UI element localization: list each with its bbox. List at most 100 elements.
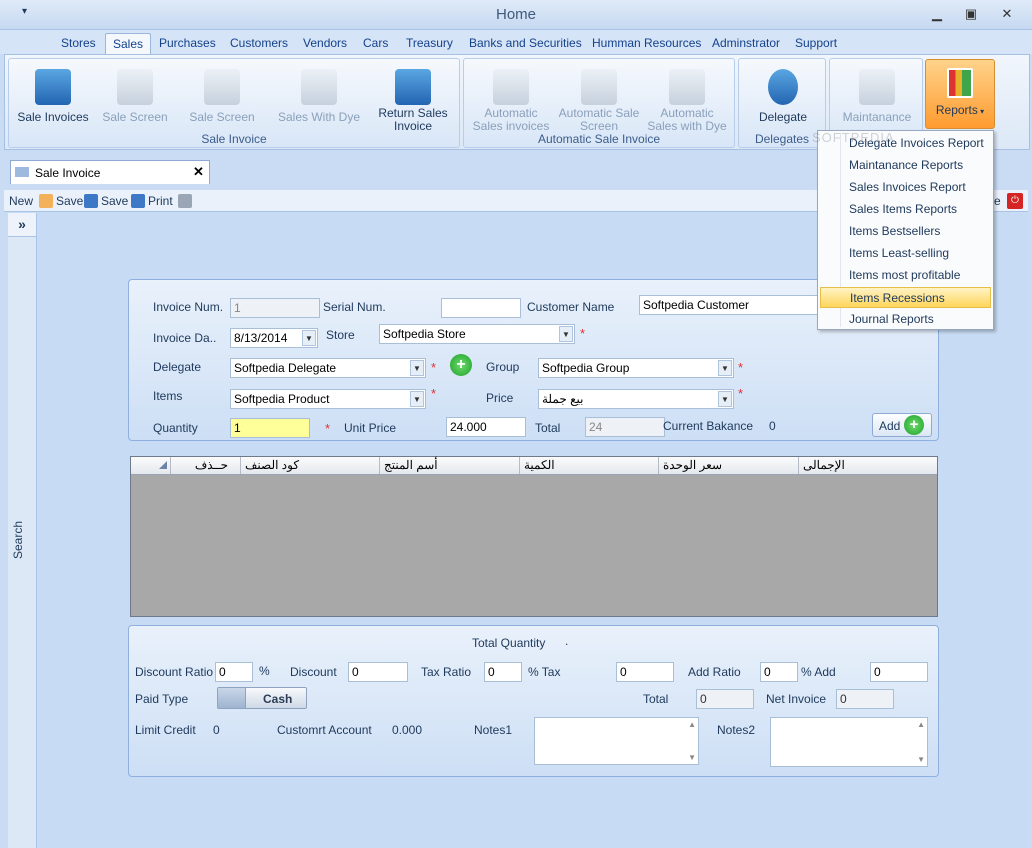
- tab-banks[interactable]: Banks and Securities: [462, 33, 589, 54]
- items-grid[interactable]: حــذف كود الصنف أسم المنتج الكمية سعر ال…: [130, 456, 938, 617]
- maximize-button[interactable]: ▣: [960, 6, 982, 24]
- paid-type-toggle[interactable]: Cash: [217, 687, 307, 709]
- return-sales-invoice-button[interactable]: Return Sales Invoice: [371, 69, 455, 133]
- tab-support[interactable]: Support: [788, 33, 844, 54]
- total-field: 24: [585, 417, 665, 437]
- maintanance-button[interactable]: Maintanance: [834, 69, 920, 124]
- tools-icon: [859, 69, 895, 105]
- tab-sale-invoice[interactable]: Sale Invoice ✕: [10, 160, 210, 184]
- unit-price-field[interactable]: 24.000: [446, 417, 526, 437]
- power-icon[interactable]: ⏻: [1007, 193, 1023, 209]
- notes1-field[interactable]: ▲ ▼: [534, 717, 699, 765]
- menu-item-journal-reports[interactable]: Journal Reports: [820, 309, 991, 330]
- return-invoice-icon: [395, 69, 431, 105]
- required-marker: *: [431, 386, 437, 401]
- quantity-field[interactable]: 1: [230, 418, 310, 438]
- toggle-knob: [218, 688, 246, 708]
- delegate-select[interactable]: Softpedia Delegate ▼: [230, 358, 426, 378]
- automatic-sales-with-dye-button[interactable]: Automatic Sales with Dye: [644, 69, 730, 133]
- discount-field[interactable]: 0: [348, 662, 408, 682]
- customer-account-label: Customrt Account: [277, 723, 372, 737]
- delegate-button[interactable]: Delegate: [745, 69, 821, 124]
- sale-screen-button-1[interactable]: Sale Screen: [97, 69, 173, 124]
- discount-ratio-field[interactable]: 0: [215, 662, 253, 682]
- search-label[interactable]: Search: [11, 499, 25, 559]
- tax-ratio-field[interactable]: 0: [484, 662, 522, 682]
- reports-button[interactable]: Reports ▾: [925, 59, 995, 129]
- tab-cars[interactable]: Cars: [356, 33, 395, 54]
- menu-item-items-recessions[interactable]: Items Recessions: [820, 287, 991, 308]
- scroll-down-icon[interactable]: ▼: [917, 755, 925, 764]
- sale-invoices-button[interactable]: Sale Invoices: [15, 69, 91, 124]
- sales-with-dye-button[interactable]: Sales With Dye: [271, 69, 367, 124]
- col-quantity[interactable]: الكمية: [520, 457, 659, 474]
- current-balance-value: 0: [769, 419, 776, 433]
- add-ratio-field[interactable]: 0: [760, 662, 798, 682]
- tax-label: % Tax: [528, 665, 561, 679]
- new-button[interactable]: New: [9, 194, 33, 208]
- scroll-down-icon[interactable]: ▼: [688, 753, 696, 762]
- group-select[interactable]: Softpedia Group ▼: [538, 358, 734, 378]
- scroll-up-icon[interactable]: ▲: [688, 720, 696, 729]
- tab-human-resources[interactable]: Humman Resources: [585, 33, 708, 54]
- menu-item-items-most-profitable[interactable]: Items most profitable: [820, 265, 991, 286]
- tab-administrator[interactable]: Adminstrator: [705, 33, 787, 54]
- save-icon[interactable]: [84, 194, 98, 208]
- close-form-label[interactable]: e: [994, 194, 1001, 208]
- sort-triangle-icon: [159, 461, 167, 469]
- notes2-field[interactable]: ▲ ▼: [770, 717, 928, 767]
- tab-customers[interactable]: Customers: [223, 33, 295, 54]
- tab-sales[interactable]: Sales: [105, 33, 152, 54]
- menu-item-items-bestsellers[interactable]: Items Bestsellers: [820, 221, 991, 242]
- add-delegate-icon[interactable]: +: [450, 354, 472, 376]
- tax-field[interactable]: 0: [616, 662, 674, 682]
- minimize-button[interactable]: ▁: [926, 6, 948, 24]
- chevron-down-icon[interactable]: ▼: [559, 326, 573, 342]
- chevron-down-icon[interactable]: ▼: [718, 360, 732, 376]
- sale-screen-button-2[interactable]: Sale Screen: [184, 69, 260, 124]
- menu-item-items-least-selling[interactable]: Items Least-selling: [820, 243, 991, 264]
- close-button[interactable]: ✕: [996, 6, 1018, 24]
- col-item-code[interactable]: كود الصنف: [241, 457, 380, 474]
- tab-purchases[interactable]: Purchases: [152, 33, 223, 54]
- tab-stores[interactable]: Stores: [54, 33, 103, 54]
- add-field[interactable]: 0: [870, 662, 928, 682]
- save-icon[interactable]: [131, 194, 145, 208]
- invoice-date-picker[interactable]: 8/13/2014 ▼: [230, 328, 318, 348]
- save-button[interactable]: Save: [56, 194, 83, 208]
- col-line-total[interactable]: الإجمالى: [799, 457, 937, 474]
- save-as-button[interactable]: Save: [101, 194, 128, 208]
- items-select[interactable]: Softpedia Product ▼: [230, 389, 426, 409]
- chevron-down-icon[interactable]: ▼: [302, 330, 316, 346]
- tab-treasury[interactable]: Treasury: [399, 33, 460, 54]
- serial-num-field[interactable]: [441, 298, 521, 318]
- menu-item-sales-items-reports[interactable]: Sales Items Reports: [820, 199, 991, 220]
- menu-item-sales-invoices-report[interactable]: Sales Invoices Report: [820, 177, 991, 198]
- chevron-down-icon[interactable]: ▼: [410, 391, 424, 407]
- customer-name-field[interactable]: Softpedia Customer: [639, 295, 819, 315]
- col-unit-price[interactable]: سعر الوحدة: [659, 457, 799, 474]
- title-bar: ▾ Home ▁ ▣ ✕: [0, 0, 1032, 30]
- scroll-up-icon[interactable]: ▲: [917, 720, 925, 729]
- price-select[interactable]: بيع جملة ▼: [538, 389, 734, 409]
- chevron-down-icon[interactable]: ▼: [718, 391, 732, 407]
- close-tab-icon[interactable]: ✕: [193, 164, 204, 180]
- invoice-icon: [493, 69, 529, 105]
- price-tag-icon: [669, 69, 705, 105]
- limit-credit-label: Limit Credit: [135, 723, 196, 737]
- col-product-name[interactable]: أسم المنتج: [380, 457, 520, 474]
- chevron-down-icon[interactable]: ▼: [410, 360, 424, 376]
- tab-vendors[interactable]: Vendors: [296, 33, 354, 54]
- col-delete[interactable]: حــذف: [171, 457, 241, 474]
- required-marker: *: [580, 326, 586, 341]
- store-select[interactable]: Softpedia Store ▼: [379, 324, 575, 344]
- print-button[interactable]: Print: [148, 194, 173, 208]
- quantity-label: Quantity: [153, 421, 198, 435]
- menu-item-maintanance-reports[interactable]: Maintanance Reports: [820, 155, 991, 176]
- printer-icon[interactable]: [178, 194, 192, 208]
- expand-button[interactable]: »: [8, 213, 36, 237]
- add-item-button[interactable]: Add +: [872, 413, 932, 437]
- automatic-sale-screen-button[interactable]: Automatic Sale Screen: [556, 69, 642, 133]
- automatic-sales-invoices-button[interactable]: Automatic Sales invoices: [468, 69, 554, 133]
- new-document-icon[interactable]: [39, 194, 53, 208]
